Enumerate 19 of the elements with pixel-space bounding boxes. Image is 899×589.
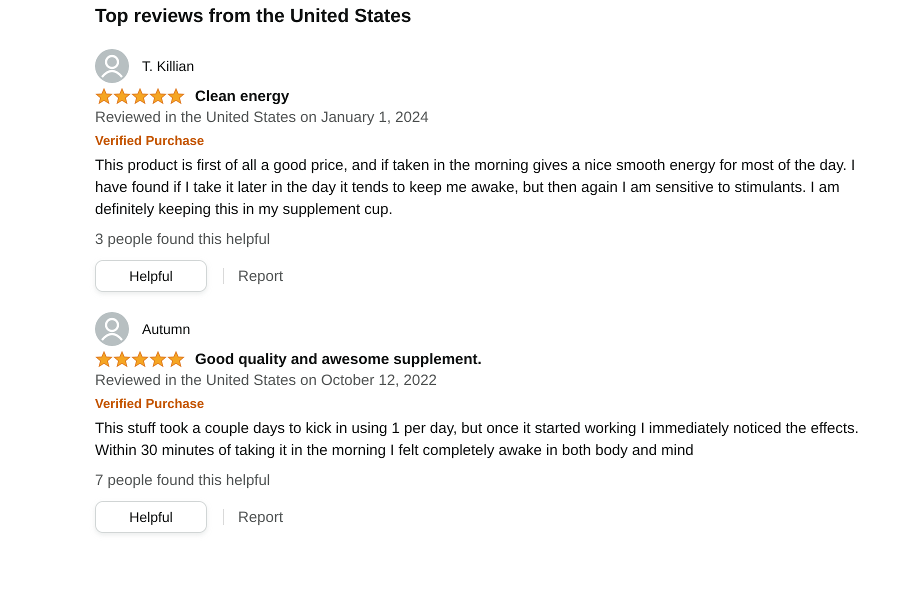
helpful-count: 7 people found this helpful [95, 471, 272, 491]
avatar-icon [95, 312, 129, 346]
review-title[interactable]: Good quality and awesome supplement. [195, 350, 482, 368]
reviewer-name: T. Killian [142, 58, 194, 74]
reviewer-name: Autumn [142, 321, 190, 337]
avatar-icon [95, 49, 129, 83]
review-text: This stuff took a couple days to kick in using 1 per day, but once it started working I immediately noticed the effects. Within 30 minutes of taking it in the morning I felt completely awake in both body and mind [95, 419, 860, 461]
section-heading: Top reviews from the United States [95, 5, 412, 29]
helpful-button[interactable]: Helpful [95, 260, 207, 292]
helpful-count: 3 people found this helpful [95, 230, 272, 250]
verified-purchase-label: Verified Purchase [95, 132, 206, 150]
verified-purchase-label: Verified Purchase [95, 395, 206, 413]
review-text: This product is first of all a good price, and if taken in the morning gives a nice smooth energy for most of the day. I have found if I take it later in the day it tends to keep me awake, but then again I am sensitive to stimulants. I am definitely keeping this in my supplement cup. [95, 156, 856, 220]
review-title[interactable]: Clean energy [195, 88, 290, 104]
report-link[interactable]: Report [238, 508, 284, 526]
review-date: Reviewed in the United States on January 1, 2024 [95, 108, 430, 128]
review-date: Reviewed in the United States on October 12, 2022 [95, 371, 438, 391]
helpful-button[interactable]: Helpful [95, 501, 207, 533]
report-link[interactable]: Report [238, 268, 284, 284]
